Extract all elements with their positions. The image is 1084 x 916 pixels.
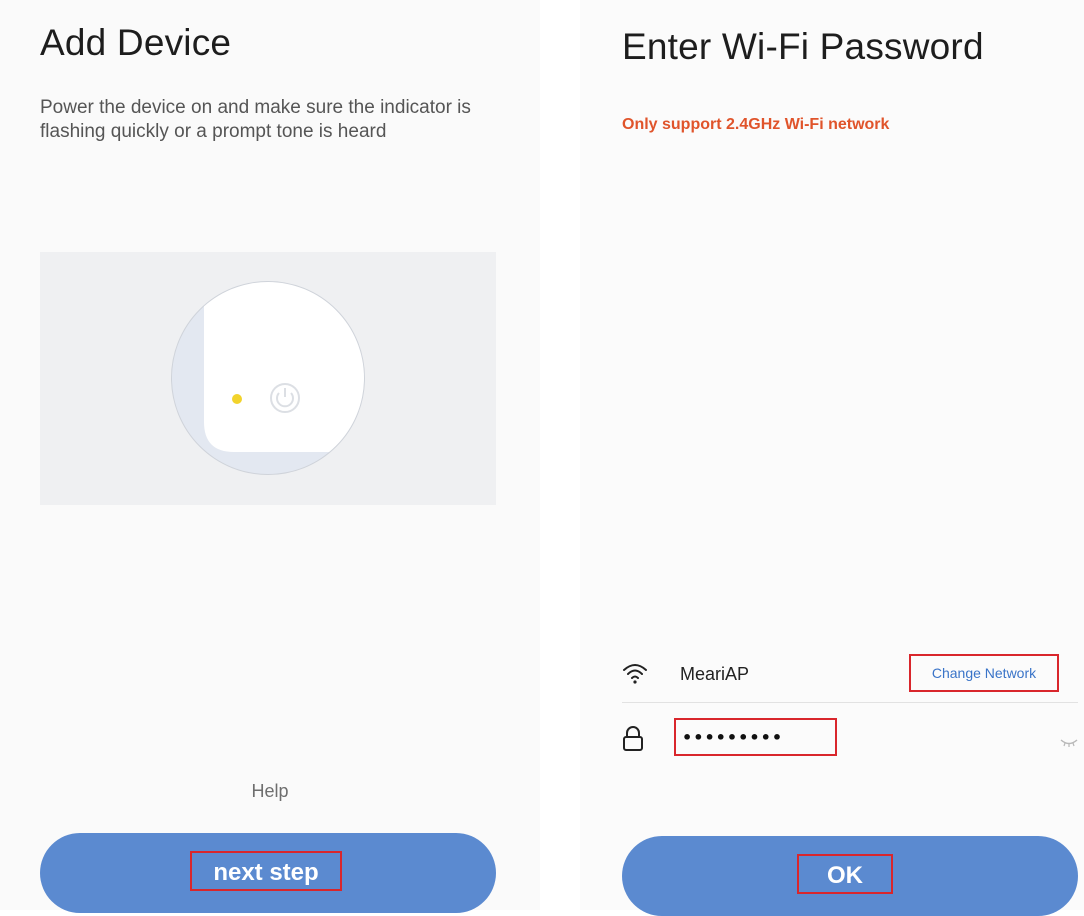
device-illustration xyxy=(40,252,496,505)
wifi-password-screen: Enter Wi-Fi Password Only support 2.4GHz… xyxy=(580,0,1084,916)
password-field[interactable] xyxy=(674,718,837,756)
page-title: Enter Wi-Fi Password xyxy=(622,26,984,67)
instruction-text: Power the device on and make sure the in… xyxy=(40,97,471,142)
network-row: MeariAP Change Network xyxy=(622,650,1078,703)
add-device-screen: Add Device Power the device on and make … xyxy=(0,0,540,913)
eye-closed-icon[interactable] xyxy=(1060,734,1078,752)
device-indicator-image xyxy=(171,281,365,475)
ok-label: OK xyxy=(797,854,893,894)
page-title: Add Device xyxy=(40,22,232,63)
network-name: MeariAP xyxy=(680,664,750,684)
next-step-label: next step xyxy=(190,851,342,891)
change-network-link[interactable]: Change Network xyxy=(909,654,1059,692)
indicator-light xyxy=(232,394,242,404)
help-link[interactable]: Help xyxy=(0,781,540,802)
lock-icon xyxy=(622,726,644,757)
ok-button[interactable]: OK xyxy=(622,836,1078,916)
frequency-warning: Only support 2.4GHz Wi-Fi network xyxy=(622,116,890,133)
next-step-button[interactable]: next step xyxy=(40,833,496,913)
password-row xyxy=(622,714,1078,766)
wifi-icon xyxy=(622,662,648,689)
